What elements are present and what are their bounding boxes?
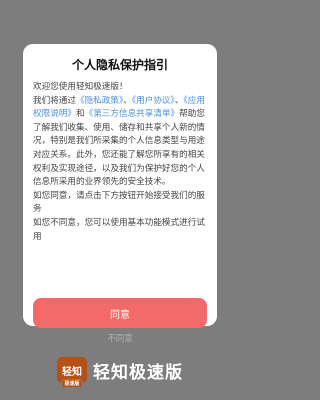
and-text: 和 — [75, 109, 85, 120]
app-name: 轻知极速版 — [93, 362, 183, 383]
privacy-policy-link[interactable]: 《隐私政策》 — [76, 96, 123, 106]
agree-hint-text: 如您同意，请点击下方按钮开始接受我们的服务 — [33, 190, 205, 215]
app-logo-icon: 轻知 极速版 — [57, 357, 87, 388]
third-party-list-link[interactable]: 《第三方信息共享清单》 — [85, 109, 180, 119]
policy-body-text: 帮助您了解我们收集、使用、储存和共享个人新的情况，特别是我们所采集的个人信息类型… — [33, 109, 205, 188]
privacy-dialog: 个人隐私保护指引 欢迎您使用轻知极速版！ 我们将通过《隐私政策》、《用户协议》、… — [23, 44, 217, 344]
dialog-title: 个人隐私保护指引 — [71, 58, 168, 72]
policy-intro-text: 我们将通过 — [33, 95, 76, 106]
policy-paragraph: 我们将通过《隐私政策》、《用户协议》、《应用权限说明》和《第三方信息共享清单》帮… — [33, 95, 207, 190]
separator-text: 、 — [123, 95, 132, 106]
dialog-body: 欢迎您使用轻知极速版！ 我们将通过《隐私政策》、《用户协议》、《应用权限说明》和… — [33, 81, 207, 244]
app-logo-text: 轻知 — [62, 366, 82, 378]
user-agreement-link[interactable]: 《用户协议》 — [132, 96, 175, 106]
app-logo-tag: 极速版 — [61, 379, 83, 388]
disagree-hint-text: 如您不同意，您可以使用基本功能模式进行试用 — [33, 217, 205, 242]
agree-button[interactable]: 同意 — [33, 298, 207, 328]
greeting-text: 欢迎您使用轻知极速版！ — [33, 82, 128, 92]
splash-footer: 轻知 极速版 轻知极速版 — [0, 340, 240, 400]
